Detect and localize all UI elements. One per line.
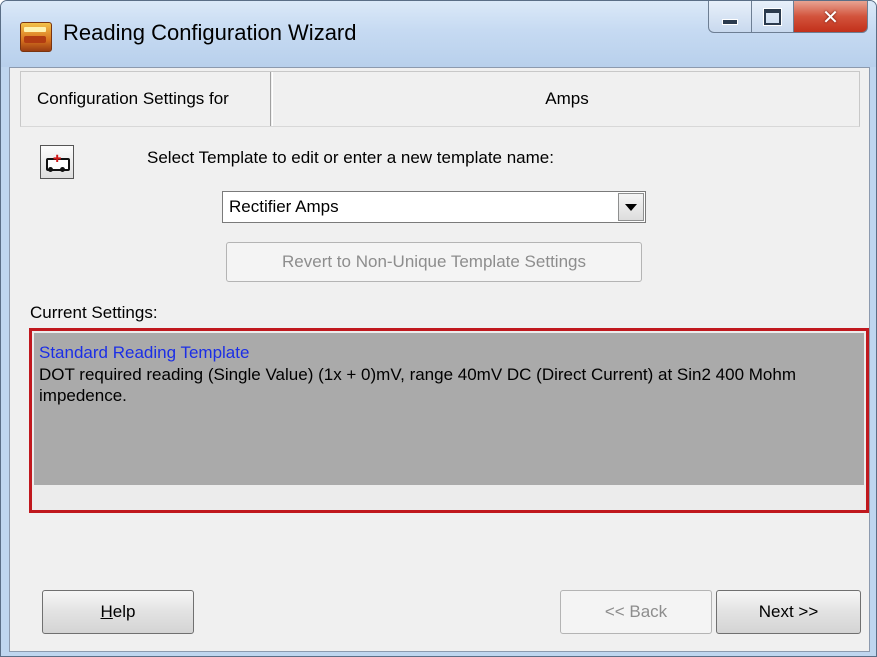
- template-combobox[interactable]: Rectifier Amps: [222, 191, 646, 223]
- current-settings-box[interactable]: Standard Reading Template DOT required r…: [34, 333, 864, 485]
- window-title: Reading Configuration Wizard: [63, 20, 357, 45]
- current-settings-label: Current Settings:: [30, 303, 158, 322]
- help-mnemonic: H: [100, 602, 113, 621]
- chevron-down-icon: [625, 203, 637, 211]
- template-prompt: Select Template to edit or enter a new t…: [147, 148, 554, 167]
- next-button[interactable]: Next >>: [716, 590, 861, 634]
- config-header-value: Amps: [545, 89, 589, 108]
- close-icon: ✕: [822, 4, 839, 29]
- help-button[interactable]: Help: [42, 590, 194, 634]
- close-button[interactable]: ✕: [794, 1, 868, 33]
- revert-template-button[interactable]: Revert to Non-Unique Template Settings: [226, 242, 642, 282]
- maximize-button[interactable]: [752, 1, 794, 33]
- minimize-icon: [722, 18, 738, 25]
- template-tool-button[interactable]: ✚: [40, 145, 74, 179]
- back-button[interactable]: << Back: [560, 590, 712, 634]
- config-header-label: Configuration Settings for: [21, 72, 273, 126]
- dropdown-button[interactable]: [618, 193, 644, 221]
- wizard-body: Configuration Settings for Amps ✚ Select…: [9, 67, 870, 652]
- wizard-window: Reading Configuration Wizard ✕ Configura…: [0, 0, 877, 657]
- settings-description: DOT required reading (Single Value) (1x …: [39, 365, 796, 405]
- config-header: Configuration Settings for Amps: [20, 71, 860, 127]
- title-bar[interactable]: Reading Configuration Wizard ✕: [1, 1, 876, 67]
- current-settings-highlight: Standard Reading Template DOT required r…: [29, 328, 869, 513]
- minimize-button[interactable]: [708, 1, 752, 33]
- caption-buttons: ✕: [708, 1, 868, 41]
- ambulance-icon: ✚: [46, 154, 70, 172]
- help-label: elp: [112, 602, 136, 621]
- maximize-icon: [764, 8, 781, 25]
- app-icon: [20, 22, 52, 52]
- settings-template-title: Standard Reading Template: [39, 343, 250, 362]
- template-selected-value[interactable]: Rectifier Amps: [229, 192, 339, 222]
